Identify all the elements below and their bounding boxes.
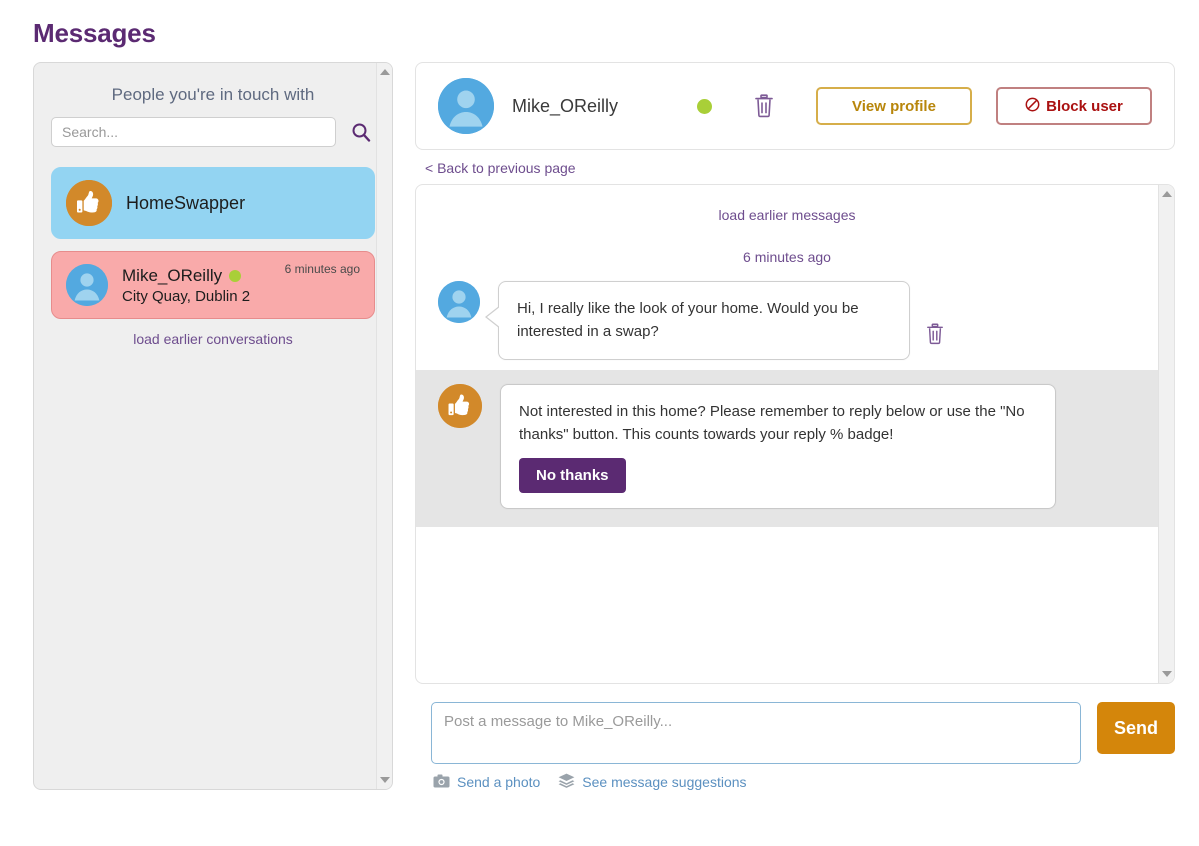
thumbs-up-icon bbox=[438, 384, 482, 428]
message-bubble: Hi, I really like the look of your home.… bbox=[498, 281, 910, 360]
camera-icon bbox=[433, 774, 450, 791]
back-to-previous-page-link[interactable]: < Back to previous page bbox=[425, 160, 576, 176]
person-avatar-icon bbox=[438, 281, 480, 323]
layers-icon bbox=[558, 773, 575, 791]
sidebar-scrollbar[interactable] bbox=[376, 63, 392, 789]
send-a-photo-label: Send a photo bbox=[457, 774, 540, 790]
system-message-text: Not interested in this home? Please reme… bbox=[519, 400, 1037, 447]
prohibition-icon bbox=[1025, 97, 1040, 116]
chat-header: Mike_OReilly View profile bbox=[415, 62, 1175, 150]
load-earlier-messages-link[interactable]: load earlier messages bbox=[416, 185, 1158, 223]
see-message-suggestions-link[interactable]: See message suggestions bbox=[558, 773, 746, 791]
thumbs-up-icon bbox=[66, 180, 112, 226]
search-input[interactable] bbox=[51, 117, 336, 147]
thread-scrollbar[interactable] bbox=[1158, 185, 1174, 683]
scroll-up-arrow-icon[interactable] bbox=[380, 69, 390, 75]
chat-header-username: Mike_OReilly bbox=[512, 96, 618, 117]
chat-panel: Mike_OReilly View profile bbox=[415, 62, 1175, 791]
message-row-user: Hi, I really like the look of your home.… bbox=[416, 273, 1158, 370]
sidebar-heading: People you're in touch with bbox=[34, 63, 392, 117]
send-button[interactable]: Send bbox=[1097, 702, 1175, 754]
send-a-photo-link[interactable]: Send a photo bbox=[433, 774, 540, 791]
conversation-item-mike-oreilly[interactable]: Mike_OReilly City Quay, Dublin 2 6 minut… bbox=[51, 251, 375, 319]
scroll-down-arrow-icon[interactable] bbox=[380, 777, 390, 783]
conversation-subtitle: City Quay, Dublin 2 bbox=[122, 288, 250, 305]
delete-conversation-button[interactable] bbox=[754, 94, 774, 118]
page-title: Messages bbox=[33, 18, 156, 49]
message-thread-inner: load earlier messages 6 minutes ago Hi, … bbox=[416, 185, 1174, 527]
block-user-label: Block user bbox=[1046, 98, 1123, 115]
scroll-up-arrow-icon[interactable] bbox=[1162, 191, 1172, 197]
compose-area: Send bbox=[415, 702, 1175, 764]
load-earlier-conversations-link[interactable]: load earlier conversations bbox=[51, 331, 375, 347]
online-status-dot bbox=[697, 99, 712, 114]
conversation-name: Mike_OReilly bbox=[122, 266, 222, 286]
delete-message-button[interactable] bbox=[926, 323, 944, 345]
view-profile-button[interactable]: View profile bbox=[816, 87, 972, 125]
search-row bbox=[34, 117, 392, 147]
person-avatar-icon bbox=[66, 264, 108, 306]
search-icon[interactable] bbox=[350, 121, 372, 143]
message-thread: load earlier messages 6 minutes ago Hi, … bbox=[415, 184, 1175, 684]
see-message-suggestions-label: See message suggestions bbox=[582, 774, 746, 790]
conversation-name-row: Mike_OReilly bbox=[122, 266, 250, 286]
message-input[interactable] bbox=[431, 702, 1081, 764]
scroll-down-arrow-icon[interactable] bbox=[1162, 671, 1172, 677]
conversation-text: Mike_OReilly City Quay, Dublin 2 bbox=[122, 266, 250, 305]
online-status-dot bbox=[229, 270, 241, 282]
conversation-item-homeswapper[interactable]: HomeSwapper bbox=[51, 167, 375, 239]
compose-links: Send a photo See message suggestions bbox=[415, 773, 1175, 791]
block-user-button[interactable]: Block user bbox=[996, 87, 1152, 125]
message-row-system: Not interested in this home? Please reme… bbox=[416, 370, 1158, 528]
system-message-bubble: Not interested in this home? Please reme… bbox=[500, 384, 1056, 510]
conversations-sidebar: People you're in touch with bbox=[33, 62, 393, 790]
messages-layout: People you're in touch with bbox=[0, 62, 1199, 822]
conversation-timestamp: 6 minutes ago bbox=[285, 262, 360, 276]
no-thanks-button[interactable]: No thanks bbox=[519, 458, 626, 493]
thread-timestamp: 6 minutes ago bbox=[416, 223, 1158, 273]
conversation-list: HomeSwapper Mike_OReilly bbox=[34, 147, 392, 347]
conversation-name: HomeSwapper bbox=[126, 193, 245, 214]
person-avatar-icon bbox=[438, 78, 494, 134]
conversation-text: HomeSwapper bbox=[126, 193, 245, 214]
